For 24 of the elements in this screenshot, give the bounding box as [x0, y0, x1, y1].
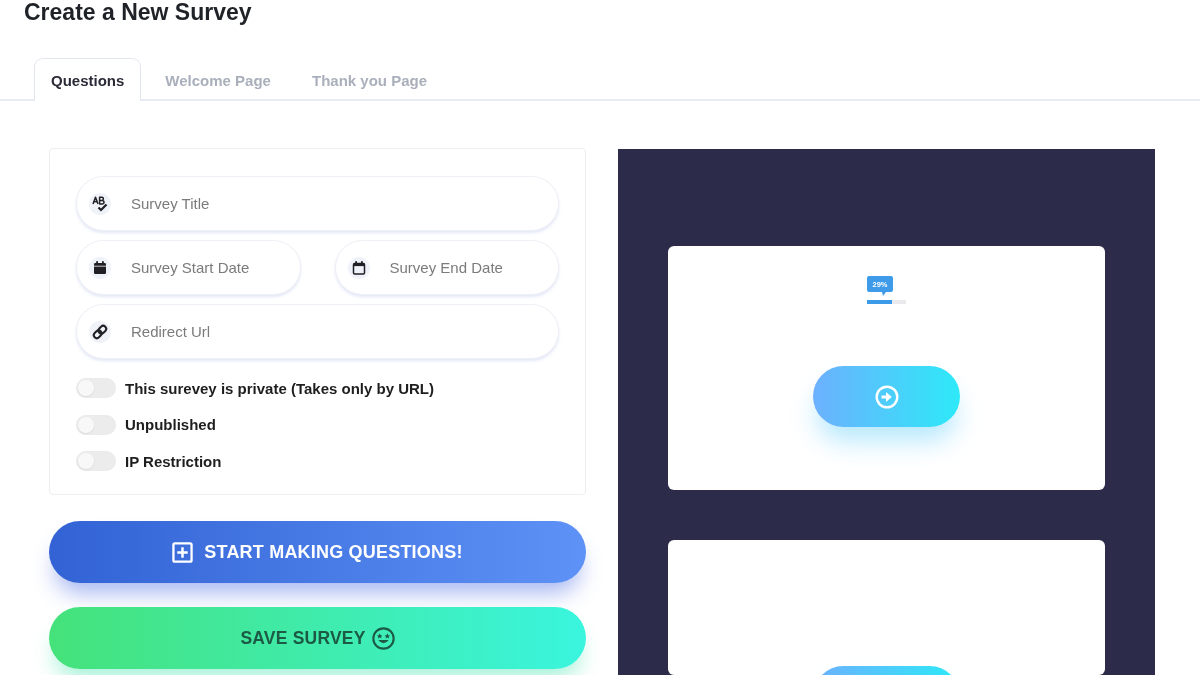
save-button[interactable]: SAVE SURVEY: [49, 607, 586, 669]
date-field[interactable]: Survey Start Date: [76, 240, 301, 295]
page-title: Create a New Survey: [23, 0, 252, 25]
toggle-switch[interactable]: [76, 378, 116, 398]
next-button[interactable]: [813, 366, 960, 427]
arrow-circle-icon: [874, 384, 899, 409]
date-field[interactable]: Survey End Date: [334, 240, 559, 295]
plus-square-icon: [172, 541, 194, 563]
toggle-switch[interactable]: [76, 414, 116, 435]
tab[interactable]: Welcome Page: [148, 58, 288, 101]
calendar-icon: [89, 256, 111, 279]
toggle-label: Unpublished: [125, 416, 216, 433]
text-field[interactable]: Survey Title: [76, 176, 559, 231]
link-icon: [89, 320, 111, 343]
url-field[interactable]: Redirect Url: [76, 304, 559, 359]
start-questions-button[interactable]: START MAKING QUESTIONS!: [49, 521, 586, 583]
star-eyes-smiley-icon: [371, 626, 395, 650]
calendar-icon: [347, 256, 370, 279]
toggle-switch[interactable]: [76, 451, 116, 471]
tab[interactable]: Questions: [34, 58, 142, 101]
toggle-label: This surevey is private (Takes only by URL): [125, 379, 434, 397]
spellcheck-icon: [89, 192, 111, 215]
toggle-label: IP Restriction: [125, 452, 222, 470]
tab[interactable]: Thank you Page: [294, 58, 444, 101]
